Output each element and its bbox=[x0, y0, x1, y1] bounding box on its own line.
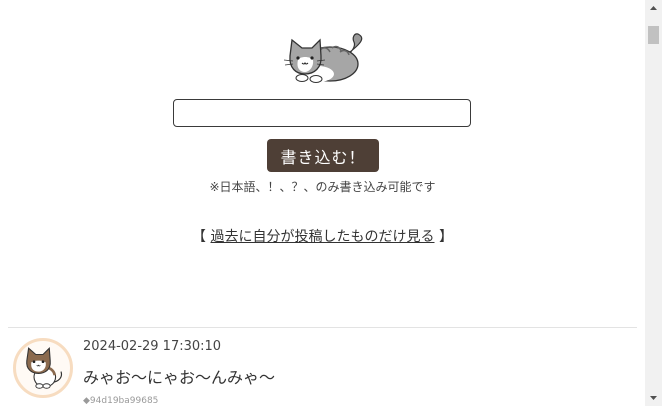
vertical-scrollbar[interactable] bbox=[645, 0, 662, 406]
divider bbox=[8, 327, 637, 328]
submit-button[interactable]: 書き込む！ bbox=[267, 139, 379, 172]
input-restriction-note: ※日本語、！、？、のみ書き込み可能です bbox=[209, 180, 436, 194]
cat-avatar-icon bbox=[13, 338, 73, 398]
history-link-row: 【 過去に自分が投稿したものだけ見る 】 bbox=[0, 226, 645, 246]
own-posts-link[interactable]: 過去に自分が投稿したものだけ見る bbox=[211, 229, 435, 245]
cat-illustration-icon bbox=[283, 33, 363, 83]
post-id: ◆94d19ba99685 bbox=[83, 396, 159, 406]
scroll-down-arrow-icon[interactable] bbox=[645, 389, 662, 406]
post-timestamp: 2024-02-29 17:30:10 bbox=[83, 339, 222, 354]
close-bracket: 】 bbox=[438, 229, 453, 245]
page: 書き込む！ ※日本語、！、？、のみ書き込み可能です 【 過去に自分が投稿したもの… bbox=[0, 0, 645, 406]
open-bracket: 【 bbox=[192, 229, 207, 245]
scroll-thumb[interactable] bbox=[648, 26, 659, 44]
scroll-up-arrow-icon[interactable] bbox=[645, 0, 662, 17]
message-input[interactable] bbox=[173, 99, 471, 127]
post-message: みゃお〜にゃお〜んみゃ〜 bbox=[83, 368, 276, 387]
